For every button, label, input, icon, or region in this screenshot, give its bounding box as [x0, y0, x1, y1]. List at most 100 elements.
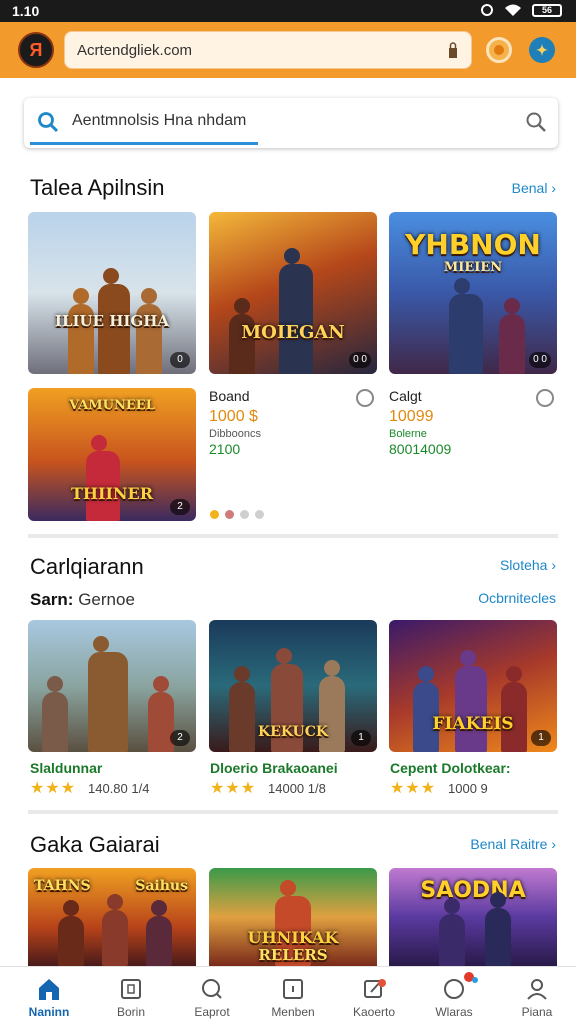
nav-item-library[interactable]: Borin [91, 967, 171, 1025]
item-code: 80014009 [389, 441, 452, 457]
game-title[interactable]: Cepent Dolotkear: [390, 760, 511, 776]
character-figure [58, 900, 84, 966]
card-badge: 1 [351, 730, 371, 746]
game-card[interactable]: SAODNA [389, 868, 557, 966]
nav-item-search[interactable]: Eaprot [172, 967, 252, 1025]
carousel-dot[interactable] [255, 510, 264, 519]
character-figure [279, 248, 313, 374]
card-subcaption: Saihus [135, 878, 188, 894]
card-badge: 0 [170, 352, 190, 368]
home-icon [39, 979, 59, 1000]
character-figure [439, 898, 465, 966]
search-icon [202, 979, 222, 999]
url-field[interactable]: Acrtendgliek.com [64, 31, 472, 69]
notification-icon [444, 979, 464, 999]
character-figure [88, 636, 128, 752]
carousel-dots[interactable] [210, 510, 264, 519]
section-divider [28, 810, 558, 814]
see-all-label: Benal [511, 180, 548, 196]
document-icon [283, 979, 303, 999]
nav-item-members[interactable]: Menben [253, 967, 333, 1025]
section-title: Talea Apilnsin [30, 175, 165, 200]
game-card[interactable]: 2 [28, 620, 196, 752]
nav-item-home[interactable]: Naninn [9, 967, 89, 1025]
game-card[interactable]: KEKUCK 1 [209, 620, 377, 752]
status-bar: 1.10 56 [0, 0, 576, 22]
character-figure [449, 278, 483, 374]
card-subcaption: THIINER [70, 484, 154, 503]
card-badge: 0 0 [349, 352, 371, 368]
character-figure [319, 660, 345, 752]
search-input[interactable]: Aentmnolsis Hna nhdam [72, 112, 246, 130]
nav-label: Menben [271, 1005, 315, 1019]
game-card[interactable]: UHNIKAK RELERS [209, 868, 377, 966]
alarm-icon [481, 4, 493, 16]
item-price: 10099 [389, 408, 434, 425]
nav-label: Naninn [28, 1005, 70, 1019]
card-caption: ILIUE HIGHA [54, 312, 170, 330]
search-box[interactable]: Aentmnolsis Hna nhdam [24, 98, 558, 148]
character-figure [485, 892, 511, 966]
subtitle-bold: Sarn: [30, 590, 74, 609]
item-name[interactable]: Calgt [389, 388, 422, 404]
section-title: Carlqiarann [30, 554, 144, 579]
card-caption: SAODNA [420, 878, 526, 903]
see-all-link[interactable]: Sloteha › [500, 557, 556, 573]
character-figure [102, 894, 128, 966]
game-title[interactable]: Slaldunnar [30, 760, 102, 776]
carousel-dot[interactable] [210, 510, 219, 519]
see-all-link[interactable]: Benal Raitre › [470, 836, 556, 852]
profile-icon [527, 979, 547, 1000]
rating-count: 14000 1/8 [268, 781, 326, 796]
section-title: Gaka Gaiarai [30, 832, 160, 857]
nav-item-create[interactable]: Kaoerto [334, 967, 414, 1025]
card-caption: YHBNON [405, 228, 541, 261]
item-subtitle: Dibbooncs [209, 428, 261, 440]
card-caption: TAHNS [34, 878, 91, 894]
item-subtitle: Bolerne [389, 428, 427, 440]
nav-item-notifications[interactable]: Wlaras [414, 967, 494, 1025]
card-badge: 1 [531, 730, 551, 746]
card-caption: UHNIKAK [247, 928, 339, 947]
globe-button[interactable]: ✦ [529, 37, 555, 63]
favorite-icon[interactable] [536, 389, 554, 407]
search-submit-icon[interactable] [524, 110, 548, 134]
star-rating-icon: ★★★ [210, 780, 257, 797]
notification-dot [378, 979, 386, 987]
sub-link[interactable]: Ocbrnitecles [478, 590, 556, 606]
section-divider [28, 534, 558, 538]
character-figure [42, 676, 68, 752]
item-price: 1000 $ [209, 408, 258, 425]
card-subcaption: RELERS [258, 946, 328, 964]
game-card[interactable]: FIAKEIS 1 [389, 620, 557, 752]
game-card[interactable]: MOIEGAN 0 0 [209, 212, 377, 374]
carousel-dot[interactable] [240, 510, 249, 519]
nav-label: Eaprot [194, 1005, 230, 1019]
star-rating-icon: ★★★ [30, 780, 77, 797]
card-badge: 2 [170, 730, 190, 746]
nav-label: Borin [116, 1005, 145, 1019]
game-card[interactable]: TAHNS Saihus [28, 868, 196, 966]
game-title[interactable]: Dloerio Brakaoanei [210, 760, 338, 776]
nav-label: Wlaras [435, 1005, 473, 1019]
notification-dot [472, 977, 478, 983]
item-name[interactable]: Boand [209, 388, 249, 404]
game-card[interactable]: VAMUNEEL THIINER 2 [28, 388, 196, 521]
library-icon [121, 979, 141, 999]
favorite-icon[interactable] [356, 389, 374, 407]
character-figure [499, 298, 525, 374]
character-figure [229, 666, 255, 752]
nav-label: Kaoerto [352, 1005, 396, 1019]
carousel-dot[interactable] [225, 510, 234, 519]
rating-count: 1000 9 [448, 781, 488, 796]
see-all-link[interactable]: Benal › [512, 180, 556, 196]
see-all-label: Benal Raitre [470, 836, 548, 852]
search-icon [38, 112, 59, 133]
game-card[interactable]: YHBNON MIEIEN 0 0 [389, 212, 557, 374]
see-all-label: Sloteha [499, 557, 548, 573]
nav-item-profile[interactable]: Piana [497, 967, 576, 1025]
game-card[interactable]: ILIUE HIGHA 0 [28, 212, 196, 374]
app-logo[interactable]: Я [18, 32, 54, 68]
settings-button[interactable] [486, 37, 512, 63]
wifi-icon [505, 4, 521, 16]
